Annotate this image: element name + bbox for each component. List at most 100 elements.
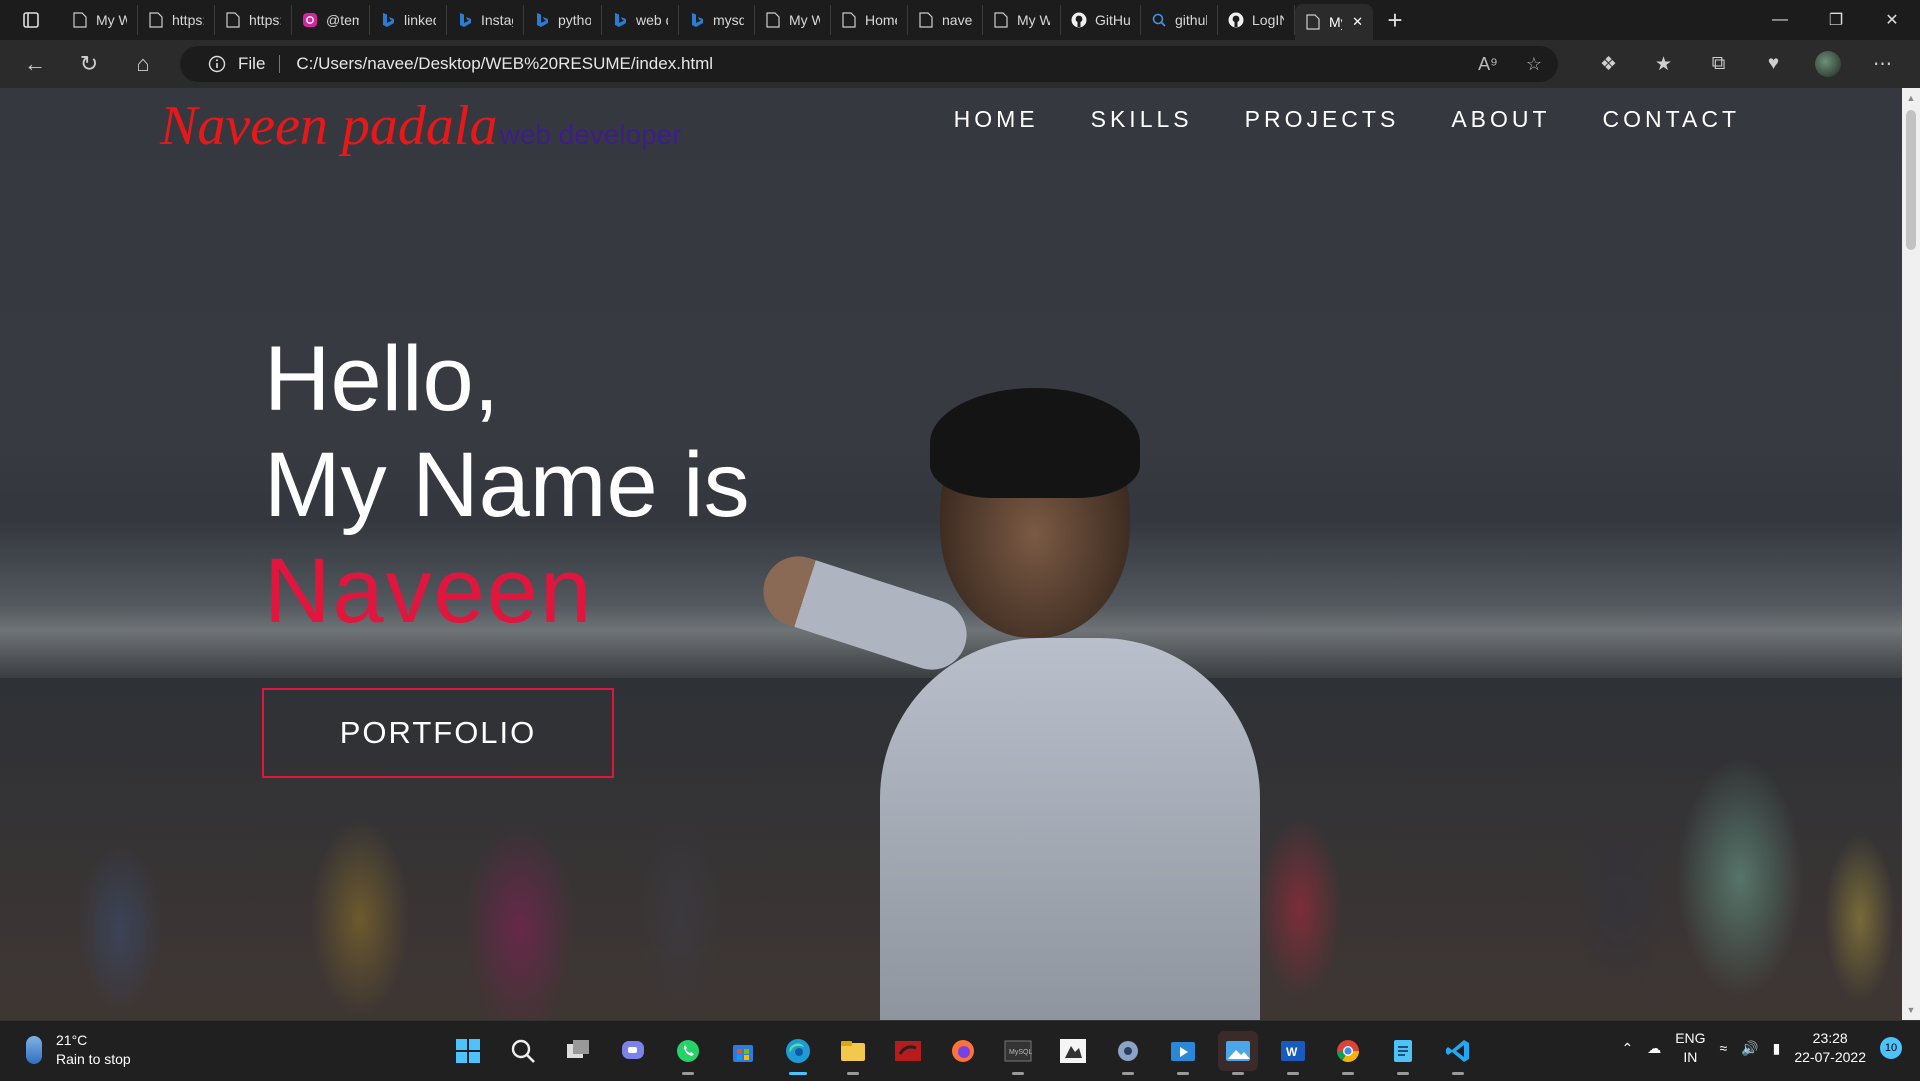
profile-avatar[interactable] bbox=[1815, 51, 1841, 77]
restore-button[interactable]: ❐ bbox=[1808, 0, 1864, 40]
scroll-up-icon[interactable]: ▲ bbox=[1902, 90, 1920, 106]
browser-tab[interactable]: My We bbox=[755, 5, 831, 35]
search-icon[interactable] bbox=[503, 1031, 543, 1071]
nav-skills[interactable]: SKILLS bbox=[1091, 106, 1193, 133]
favorites-icon[interactable]: ★ bbox=[1636, 53, 1691, 76]
tab-actions-button[interactable] bbox=[0, 0, 62, 40]
page-icon bbox=[765, 12, 781, 28]
browser-tab[interactable]: python bbox=[524, 5, 602, 35]
refresh-button[interactable]: ↻ bbox=[62, 40, 116, 88]
notification-badge[interactable]: 10 bbox=[1880, 1037, 1902, 1059]
address-actions: A⁹ ☆ bbox=[1478, 54, 1542, 75]
notepad-icon[interactable] bbox=[1383, 1031, 1423, 1075]
media-player-icon[interactable] bbox=[1163, 1031, 1203, 1075]
bing-icon bbox=[457, 12, 473, 28]
whatsapp-icon[interactable] bbox=[668, 1031, 708, 1075]
browser-tab[interactable]: My ✕ bbox=[1295, 4, 1373, 40]
nav-projects[interactable]: PROJECTS bbox=[1245, 106, 1400, 133]
onedrive-icon[interactable]: ☁ bbox=[1647, 1040, 1661, 1057]
firefox-icon[interactable] bbox=[943, 1031, 983, 1071]
page-icon bbox=[225, 12, 241, 28]
language-indicator[interactable]: ENG IN bbox=[1675, 1029, 1705, 1067]
collections-icon[interactable]: ⧉ bbox=[1691, 53, 1746, 75]
browser-tab[interactable]: Instagr bbox=[447, 5, 524, 35]
new-tab-button[interactable]: + bbox=[1373, 0, 1417, 40]
weather-widget[interactable]: 21°C Rain to stop bbox=[26, 1031, 131, 1069]
mysql-shell-icon[interactable]: MySQL bbox=[998, 1031, 1038, 1075]
clock-date: 22-07-2022 bbox=[1794, 1049, 1866, 1065]
clock[interactable]: 23:28 22-07-2022 bbox=[1794, 1029, 1866, 1067]
portfolio-button[interactable]: PORTFOLIO bbox=[262, 688, 614, 778]
battery-icon[interactable]: ▮ bbox=[1773, 1040, 1781, 1057]
github-icon bbox=[1228, 12, 1244, 28]
file-explorer-icon[interactable] bbox=[833, 1031, 873, 1075]
extensions-icon[interactable]: ❖ bbox=[1581, 53, 1636, 76]
add-favorite-icon[interactable]: ☆ bbox=[1526, 54, 1542, 75]
page-icon bbox=[993, 12, 1009, 28]
browser-tab[interactable]: web de bbox=[602, 5, 679, 35]
close-tab-icon[interactable]: ✕ bbox=[1352, 14, 1363, 30]
scrollbar-thumb[interactable] bbox=[1906, 110, 1916, 250]
page-scrollbar[interactable]: ▲ ▼ bbox=[1902, 88, 1920, 1020]
settings-icon[interactable] bbox=[1108, 1031, 1148, 1075]
minimize-button[interactable]: — bbox=[1752, 0, 1808, 40]
tab-title: python bbox=[558, 12, 591, 28]
tab-title: Home bbox=[865, 12, 897, 28]
page-viewport: Naveen padala web developer HOME SKILLS … bbox=[0, 88, 1902, 1020]
nav-about[interactable]: ABOUT bbox=[1451, 106, 1550, 133]
home-button[interactable]: ⌂ bbox=[116, 40, 170, 88]
browser-tab[interactable]: My We bbox=[983, 5, 1061, 35]
address-toolbar: ← ↻ ⌂ File C:/Users/navee/Desktop/WEB%20… bbox=[0, 40, 1920, 88]
site-logo[interactable]: Naveen padala web developer bbox=[160, 94, 682, 158]
task-view-icon[interactable] bbox=[558, 1031, 598, 1071]
tab-title: Instagr bbox=[481, 12, 513, 28]
browser-essentials-icon[interactable]: ♥ bbox=[1746, 53, 1801, 75]
volume-icon[interactable]: 🔊 bbox=[1741, 1040, 1758, 1057]
back-arrow-icon: ← bbox=[24, 51, 46, 76]
mysql-workbench-icon[interactable] bbox=[888, 1031, 928, 1071]
taskbar-apps: MySQL W bbox=[448, 1031, 1478, 1075]
windows-start-icon[interactable] bbox=[448, 1031, 488, 1071]
site-info-icon[interactable] bbox=[200, 55, 234, 73]
bing-icon bbox=[689, 12, 705, 28]
browser-tab[interactable]: github bbox=[1141, 5, 1218, 35]
browser-tab[interactable]: @temp bbox=[292, 5, 370, 35]
browser-tab[interactable]: GitHub bbox=[1061, 5, 1141, 35]
browser-tab[interactable]: naveen bbox=[908, 5, 983, 35]
browser-tab[interactable]: mysql bbox=[679, 5, 755, 35]
page-icon bbox=[1305, 14, 1321, 30]
store-icon[interactable] bbox=[723, 1031, 763, 1071]
tab-title: My We bbox=[1017, 12, 1050, 28]
browser-tab[interactable]: https:/ bbox=[138, 5, 215, 35]
weather-desc: Rain to stop bbox=[56, 1051, 131, 1067]
wifi-icon[interactable]: ≈ bbox=[1720, 1040, 1728, 1056]
close-window-button[interactable]: ✕ bbox=[1864, 0, 1920, 40]
scroll-down-icon[interactable]: ▼ bbox=[1902, 1002, 1920, 1018]
show-hidden-icons-icon[interactable]: ⌃ bbox=[1621, 1040, 1633, 1057]
browser-tab[interactable]: Home bbox=[831, 5, 908, 35]
vscode-icon[interactable] bbox=[1438, 1031, 1478, 1075]
nav-contact[interactable]: CONTACT bbox=[1603, 106, 1740, 133]
teams-chat-icon[interactable] bbox=[613, 1031, 653, 1071]
tab-title: LogIN bbox=[1252, 12, 1284, 28]
back-button[interactable]: ← bbox=[8, 40, 62, 88]
inkscape-icon[interactable] bbox=[1053, 1031, 1093, 1071]
nav-home[interactable]: HOME bbox=[954, 106, 1039, 133]
browser-tab[interactable]: linkedi bbox=[370, 5, 447, 35]
edge-icon[interactable] bbox=[778, 1031, 818, 1075]
weather-icon bbox=[26, 1036, 42, 1064]
bing-icon bbox=[380, 12, 396, 28]
tab-title: https:/ bbox=[249, 12, 281, 28]
taskbar: 21°C Rain to stop MySQL W ⌃ ☁ ENG IN ≈ 🔊… bbox=[0, 1020, 1920, 1081]
read-aloud-icon[interactable]: A⁹ bbox=[1478, 54, 1498, 75]
browser-tab[interactable]: https:/ bbox=[215, 5, 292, 35]
address-bar[interactable]: File C:/Users/navee/Desktop/WEB%20RESUME… bbox=[180, 46, 1558, 82]
search-icon bbox=[1151, 12, 1167, 28]
chrome-icon[interactable] bbox=[1328, 1031, 1368, 1075]
url-text[interactable]: C:/Users/navee/Desktop/WEB%20RESUME/inde… bbox=[296, 54, 713, 74]
word-icon[interactable]: W bbox=[1273, 1031, 1313, 1075]
photos-icon[interactable] bbox=[1218, 1031, 1258, 1075]
browser-tab[interactable]: My We bbox=[62, 5, 138, 35]
browser-tab[interactable]: LogIN bbox=[1218, 5, 1295, 35]
settings-more-icon[interactable]: ⋯ bbox=[1855, 53, 1910, 76]
